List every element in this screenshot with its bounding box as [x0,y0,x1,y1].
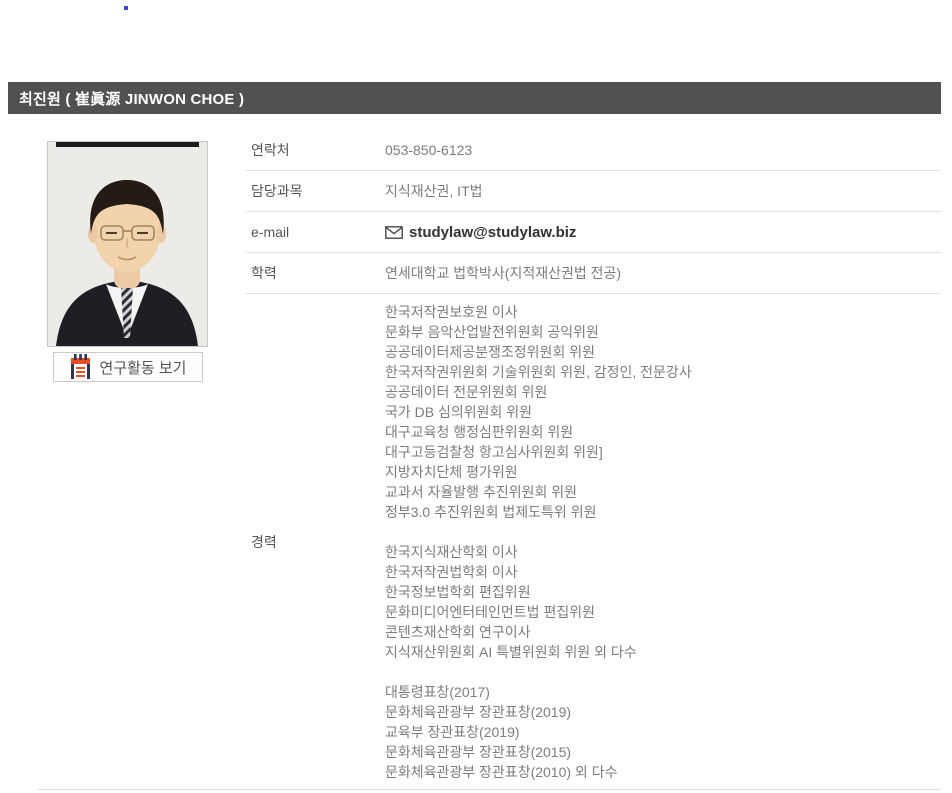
career-line: 지방자치단체 평가위원 [385,462,692,482]
bottom-divider [38,789,941,790]
career-block-gap [385,662,692,682]
subjects-value: 지식재산권, IT법 [385,183,483,200]
career-list: 한국저작권보호원 이사문화부 음악산업발전위원회 공익위원공공데이터제공분쟁조정… [385,302,692,782]
career-line: 대통령표창(2017) [385,682,692,702]
career-line: 한국지식재산학회 이사 [385,542,692,562]
research-activity-button[interactable]: 연구활동 보기 [53,352,203,382]
career-line: 지식재산위원회 AI 특별위원회 위원 외 다수 [385,642,692,662]
career-line: 한국저작권위원회 기술위원회 위원, 감정인, 전문강사 [385,362,692,382]
notepad-icon [70,354,91,380]
career-line: 공공데이터제공분쟁조정위원회 위원 [385,342,692,362]
row-subjects: 담당과목 지식재산권, IT법 [245,171,941,212]
career-line: 한국저작권보호원 이사 [385,302,692,322]
career-line: 문화체육관광부 장관표창(2015) [385,742,692,762]
row-contact: 연락처 053-850-6123 [245,130,941,171]
career-block-gap [385,522,692,542]
profile-title-bar: 최진원 ( 崔眞源 JINWON CHOE ) [8,82,941,114]
career-label: 경력 [245,534,385,551]
broken-image-dot [124,6,128,10]
career-line: 콘텐츠재산학회 연구이사 [385,622,692,642]
career-line: 대구고등검찰청 항고심사위원회 위원] [385,442,692,462]
email-label: e-mail [245,224,385,241]
email-link[interactable]: studylaw@studylaw.biz [385,224,576,241]
row-career: 경력 한국저작권보호원 이사문화부 음악산업발전위원회 공익위원공공데이터제공분… [245,294,941,790]
career-line: 문화미디어엔터테인먼트법 편집위원 [385,602,692,622]
career-line: 문화체육관광부 장관표창(2019) [385,702,692,722]
education-label: 학력 [245,265,385,282]
education-value: 연세대학교 법학박사(지적재산권법 전공) [385,265,621,282]
career-line: 교과서 자율발행 추진위원회 위원 [385,482,692,502]
profile-info-table: 연락처 053-850-6123 담당과목 지식재산권, IT법 e-mail … [245,130,941,790]
row-education: 학력 연세대학교 법학박사(지적재산권법 전공) [245,253,941,294]
career-line: 국가 DB 심의위원회 위원 [385,402,692,422]
portrait-photo-drawing [48,142,207,346]
contact-value: 053-850-6123 [385,142,472,159]
career-line: 정부3.0 추진위원회 법제도특위 위원 [385,502,692,522]
career-line: 한국저작권법학회 이사 [385,562,692,582]
career-line: 공공데이터 전문위원회 위원 [385,382,692,402]
portrait-photo [47,141,208,347]
row-email: e-mail studylaw@studylaw.biz [245,212,941,253]
envelope-icon [385,226,403,239]
profile-page: { "header": { "title": "최진원 ( 崔眞源 JINWON… [0,0,952,793]
career-line: 문화부 음악산업발전위원회 공익위원 [385,322,692,342]
page-title: 최진원 ( 崔眞源 JINWON CHOE ) [8,88,244,109]
career-line: 대구교육청 행정심판위원회 위원 [385,422,692,442]
research-activity-button-label: 연구활동 보기 [100,357,187,378]
career-line: 교육부 장관표창(2019) [385,722,692,742]
email-value: studylaw@studylaw.biz [409,224,576,241]
subjects-label: 담당과목 [245,183,385,200]
contact-label: 연락처 [245,142,385,159]
career-line: 한국정보법학회 편집위원 [385,582,692,602]
career-line: 문화체육관광부 장관표창(2010) 외 다수 [385,762,692,782]
